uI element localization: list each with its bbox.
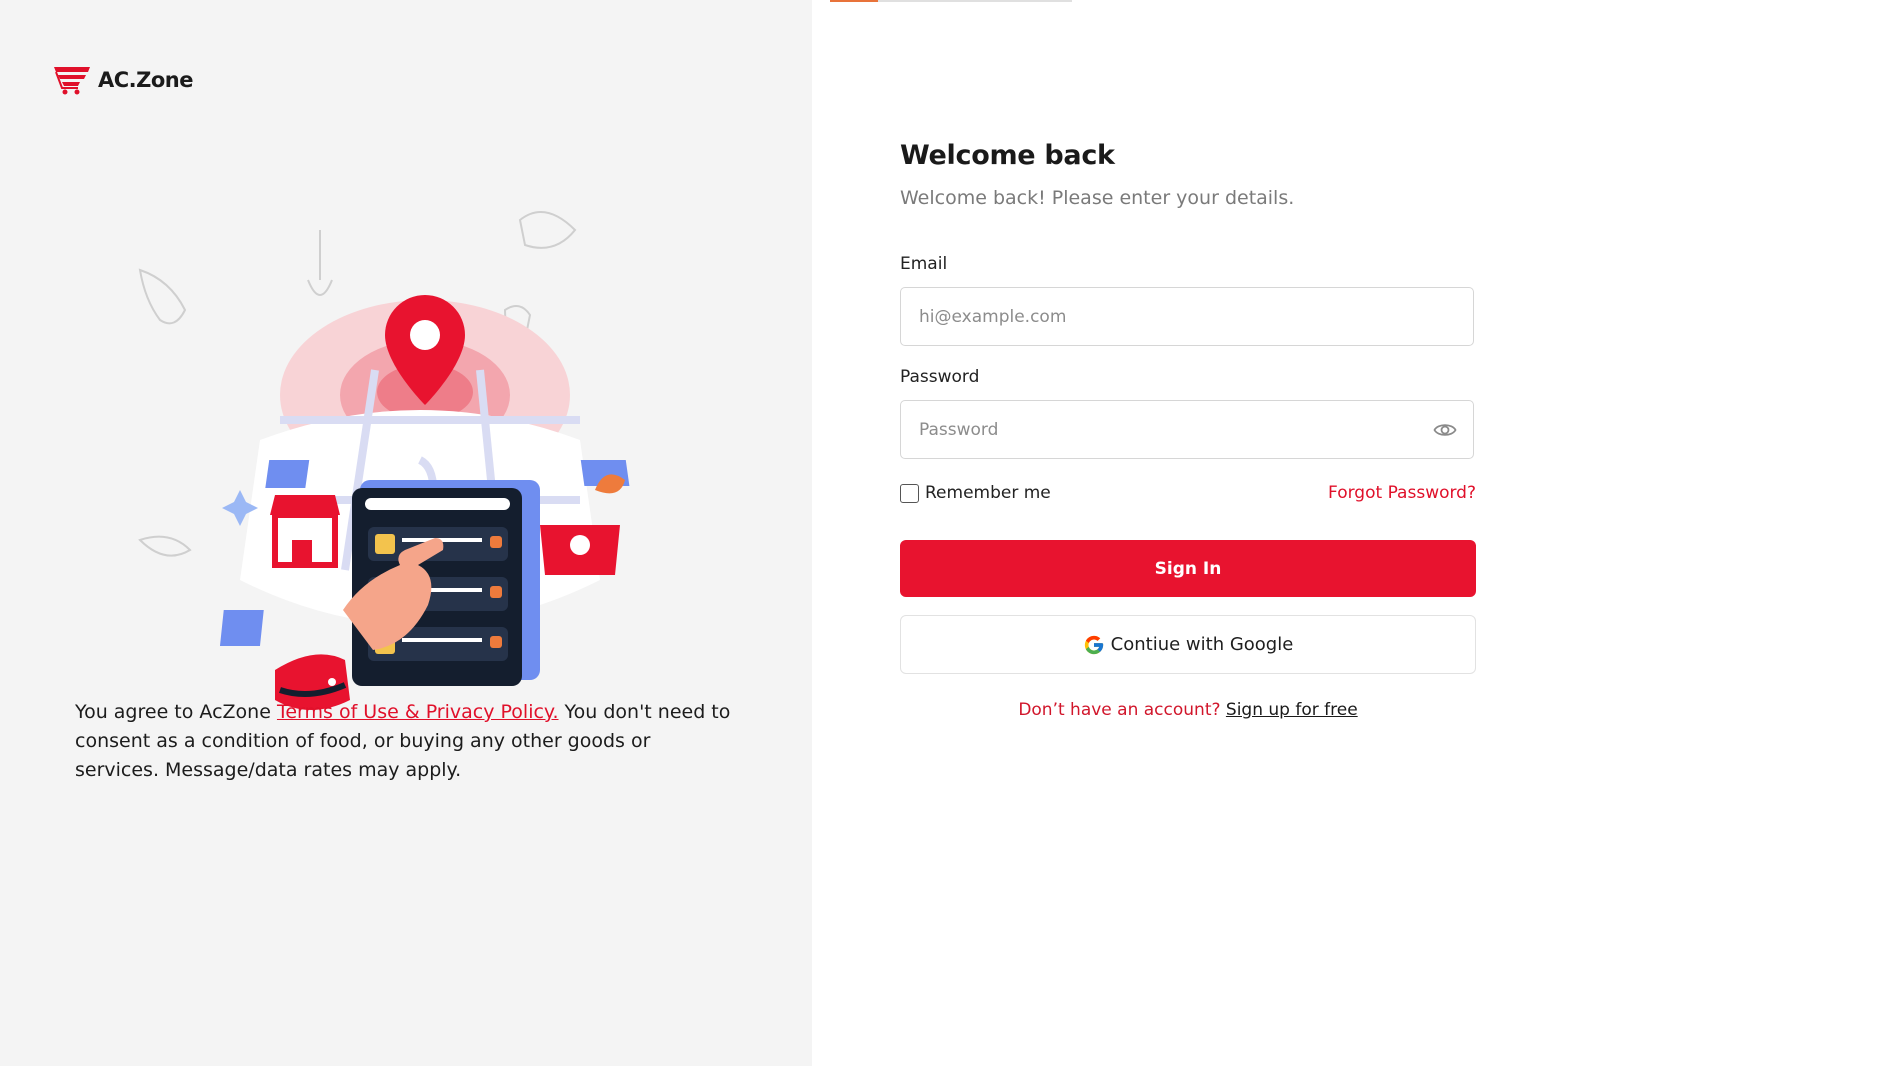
google-signin-button[interactable]: Contiue with Google [900, 615, 1476, 674]
google-button-label: Contiue with Google [1110, 634, 1294, 655]
remember-checkbox[interactable] [900, 483, 919, 503]
signup-question: Don’t have an account? [1018, 700, 1221, 720]
eye-icon[interactable] [1433, 418, 1457, 446]
sign-in-button[interactable]: Sign In [900, 540, 1476, 597]
email-label: Email [900, 254, 948, 274]
brand-name: AC.Zone [98, 68, 194, 92]
remember-label: Remember me [925, 483, 1051, 503]
brand-logo[interactable]: AC.Zone [52, 64, 194, 96]
page-subtitle: Welcome back! Please enter your details. [900, 187, 1295, 209]
remember-me: Remember me [900, 483, 1051, 503]
email-field [900, 287, 1474, 346]
email-input[interactable] [901, 288, 1473, 345]
password-field [900, 400, 1474, 459]
terms-prefix: You agree to AcZone [75, 701, 277, 723]
terms-text: You agree to AcZone Terms of Use & Priva… [75, 698, 735, 785]
top-progress-fill [830, 0, 879, 2]
login-form: Welcome back Welcome back! Please enter … [900, 140, 1476, 720]
page-title: Welcome back [900, 140, 1115, 171]
password-label: Password [900, 367, 980, 387]
cart-logo-icon [54, 67, 90, 95]
google-icon [1084, 635, 1103, 654]
terms-link[interactable]: Terms of Use & Privacy Policy. [277, 701, 559, 723]
signup-link[interactable]: Sign up for free [1226, 700, 1358, 720]
forgot-password-link[interactable]: Forgot Password? [1328, 483, 1476, 503]
signup-prompt: Don’t have an account? Sign up for free [900, 700, 1476, 720]
left-panel: AC.Zone You agree to AcZone Terms of Use… [0, 0, 812, 1066]
top-progress-bar [830, 0, 1072, 2]
password-input[interactable] [901, 401, 1473, 458]
delivery-illustration [138, 211, 630, 710]
